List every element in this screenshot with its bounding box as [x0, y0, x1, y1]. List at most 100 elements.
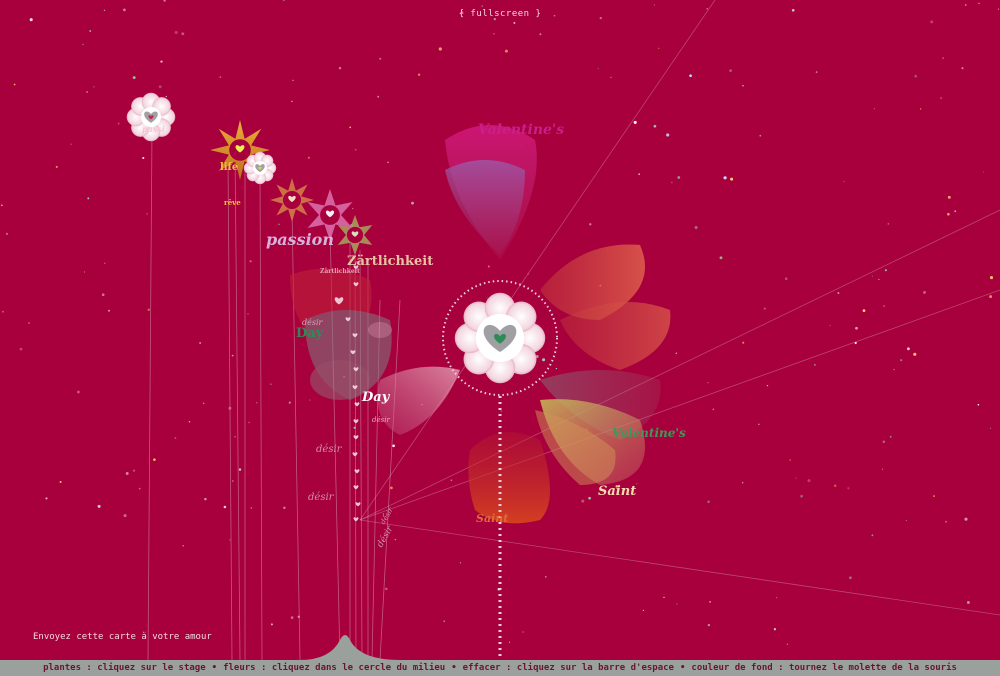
star — [86, 91, 89, 93]
star — [933, 495, 935, 498]
star — [807, 479, 811, 483]
star — [814, 364, 816, 366]
star — [45, 497, 48, 500]
word-reve: rêve — [224, 198, 241, 207]
star — [954, 210, 957, 213]
star — [862, 309, 866, 312]
word-life: life — [220, 162, 239, 173]
star — [837, 292, 840, 294]
star — [597, 68, 599, 70]
star — [97, 504, 101, 508]
star — [83, 271, 86, 273]
star — [741, 482, 744, 484]
star — [773, 628, 777, 631]
star — [270, 623, 273, 626]
pink-flower-small — [243, 151, 277, 185]
star — [633, 120, 637, 124]
star — [855, 326, 858, 330]
star — [282, 0, 285, 1]
heart-icon — [353, 485, 359, 490]
star — [871, 275, 873, 277]
star — [947, 195, 951, 199]
star — [900, 359, 903, 362]
star — [671, 181, 673, 184]
star — [248, 421, 250, 424]
star — [204, 497, 207, 501]
star — [542, 358, 546, 362]
star — [249, 260, 252, 263]
star — [723, 176, 727, 180]
star — [666, 133, 670, 137]
star — [104, 262, 106, 264]
star — [707, 382, 709, 384]
word-valentines-right: Valentine's — [612, 426, 686, 440]
star — [919, 108, 922, 110]
star — [132, 76, 136, 80]
star — [125, 472, 129, 475]
star — [181, 32, 185, 36]
star — [983, 171, 985, 173]
star — [766, 384, 769, 387]
star — [147, 308, 151, 312]
star — [508, 641, 510, 643]
star — [174, 30, 178, 35]
star — [742, 84, 744, 87]
star — [913, 352, 917, 356]
star — [729, 69, 732, 72]
star — [966, 601, 970, 604]
send-card-link[interactable]: Envoyez cette carte à votre amour — [33, 632, 212, 642]
star — [338, 66, 342, 70]
flower-stage[interactable]: Valentine's Valentine's Saint Saint Day … — [0, 0, 1000, 660]
word-zartlichkeit-small: Zärtlichkeit — [320, 268, 360, 275]
star — [89, 30, 92, 32]
star — [945, 520, 947, 523]
fullscreen-link[interactable]: { fullscreen } — [0, 9, 1000, 19]
star — [59, 481, 62, 483]
star — [545, 576, 547, 578]
star — [815, 71, 818, 73]
star — [709, 600, 712, 603]
star — [513, 21, 516, 24]
star — [229, 539, 231, 541]
star — [961, 67, 964, 70]
star — [676, 603, 678, 605]
star — [588, 496, 591, 500]
star — [459, 562, 462, 564]
star — [5, 232, 9, 236]
star — [964, 4, 967, 6]
star — [138, 487, 141, 490]
star — [763, 307, 766, 310]
star — [989, 427, 992, 429]
star — [123, 514, 127, 518]
star — [677, 176, 681, 179]
star — [500, 410, 502, 412]
star — [786, 643, 789, 645]
star — [730, 177, 734, 181]
star — [694, 226, 698, 229]
star — [493, 32, 495, 35]
star — [759, 134, 762, 137]
star — [385, 587, 388, 591]
star — [174, 437, 177, 439]
star — [199, 342, 201, 344]
star — [146, 213, 148, 215]
star — [589, 223, 592, 226]
gold-flower-2 — [270, 178, 314, 222]
star — [238, 468, 242, 471]
star — [93, 86, 95, 88]
star — [522, 631, 524, 633]
star — [871, 534, 874, 537]
center-flower[interactable] — [454, 292, 546, 384]
star — [82, 43, 84, 46]
word-desir-3: désir — [308, 492, 334, 503]
star — [290, 616, 294, 619]
star — [283, 506, 286, 510]
star — [800, 494, 803, 498]
star — [163, 0, 166, 2]
star — [923, 290, 926, 294]
star — [307, 156, 310, 159]
star — [132, 469, 136, 472]
star — [76, 390, 80, 394]
star — [417, 73, 421, 76]
star — [887, 223, 890, 225]
